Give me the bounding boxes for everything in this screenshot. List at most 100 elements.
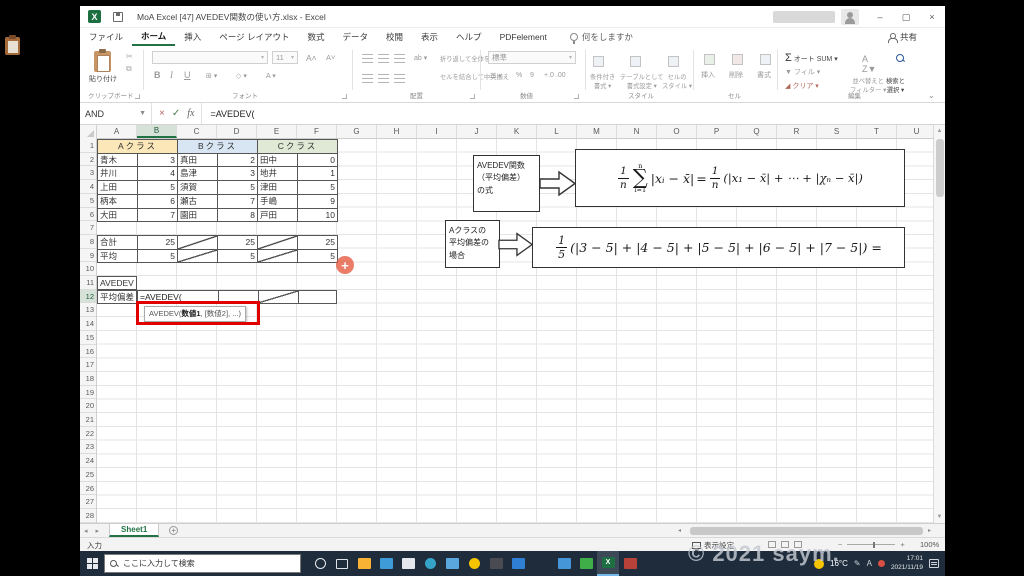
data-cell[interactable]: 大田 <box>98 208 138 223</box>
grow-font-icon[interactable]: A˄ <box>306 53 317 63</box>
app-dark-icon[interactable] <box>485 551 507 576</box>
data-cell[interactable]: 2 <box>218 153 258 168</box>
alignment-dialog-launcher[interactable] <box>470 94 475 99</box>
data-cell[interactable]: 津田 <box>258 181 298 195</box>
data-cell[interactable]: 10 <box>298 208 338 223</box>
tab-nav-left-icon[interactable]: ◂ <box>80 527 92 535</box>
column-header-H[interactable]: H <box>377 125 417 138</box>
row-header-13[interactable]: 13 <box>80 303 96 318</box>
hscroll-left-icon[interactable]: ◂ <box>678 527 681 534</box>
hscroll-right-icon[interactable]: ▸ <box>928 527 931 534</box>
font-size-select[interactable]: 11 ▾ <box>272 51 298 64</box>
percent-style-button[interactable]: % <box>516 72 522 79</box>
row-header-24[interactable]: 24 <box>80 454 96 468</box>
row-header-23[interactable]: 23 <box>80 440 96 455</box>
align-top-icon[interactable] <box>362 54 373 63</box>
row-header-8[interactable]: 8 <box>80 235 96 249</box>
summary-value-cell[interactable]: 5 <box>138 249 178 264</box>
decimal-buttons[interactable]: +.0 .00 <box>544 72 566 79</box>
column-header-L[interactable]: L <box>537 125 577 138</box>
borders-icon[interactable]: ⊞ ▾ <box>206 72 217 80</box>
data-cell[interactable]: 3 <box>218 167 258 182</box>
taskbar-clock[interactable]: 17:01 2021/11/19 <box>891 555 923 573</box>
italic-button[interactable]: I <box>170 70 173 80</box>
row-header-11[interactable]: 11 <box>80 276 96 290</box>
data-cell[interactable]: 3 <box>138 153 178 168</box>
column-header-K[interactable]: K <box>497 125 537 138</box>
pen-tray-icon[interactable]: ✎ <box>854 559 861 568</box>
fill-button[interactable]: ▼ フィル ▾ <box>785 67 820 77</box>
column-header-T[interactable]: T <box>857 125 897 138</box>
task-view-icon[interactable] <box>331 551 353 576</box>
format-as-table-button[interactable] <box>630 56 644 69</box>
cell-styles-label[interactable]: セルの スタイル ▾ <box>662 72 692 90</box>
format-label[interactable]: 書式 <box>757 70 771 80</box>
tab-nav-right-icon[interactable]: ▸ <box>92 527 104 535</box>
column-header-R[interactable]: R <box>777 125 817 138</box>
ime-indicator[interactable]: A <box>867 559 872 568</box>
insert-function-icon[interactable]: fx <box>187 108 194 119</box>
menu-tab-表示[interactable]: 表示 <box>412 28 447 46</box>
row-header-21[interactable]: 21 <box>80 413 96 427</box>
menu-tab-ヘルプ[interactable]: ヘルプ <box>447 28 491 46</box>
data-cell[interactable]: 須賀 <box>178 181 218 195</box>
zoom-slider[interactable] <box>847 541 896 548</box>
class-data-table[interactable]: Aクラス Bクラス Cクラス 青木 3 真田 2 田中 0 井川 4 島津 3 地井 1 上田 5 須賀 5 津田 5 柄… <box>97 139 338 223</box>
data-cell[interactable]: 6 <box>138 194 178 209</box>
select-all-corner[interactable] <box>80 125 97 139</box>
data-cell[interactable]: 田中 <box>258 153 298 168</box>
scroll-down-icon[interactable]: ▼ <box>934 511 945 523</box>
font-dialog-launcher[interactable] <box>342 94 347 99</box>
menu-tab-データ[interactable]: データ <box>334 28 378 46</box>
orientation-icon[interactable]: ab ▾ <box>414 54 427 62</box>
explorer-icon[interactable] <box>353 551 375 576</box>
summary-value-cell[interactable]: 25 <box>298 235 338 250</box>
delete-cells-icon[interactable] <box>732 54 743 65</box>
format-as-table-label[interactable]: テーブルとして 書式設定 ▾ <box>620 72 664 90</box>
column-header-P[interactable]: P <box>697 125 737 138</box>
align-left-icon[interactable] <box>362 74 373 83</box>
menu-tab-校閲[interactable]: 校閲 <box>377 28 412 46</box>
summary-value-cell[interactable]: 5 <box>298 249 338 264</box>
cell-styles-button[interactable] <box>668 56 682 69</box>
tray-color-dot-icon[interactable] <box>877 560 885 567</box>
font-color-icon[interactable]: A ▾ <box>266 72 276 80</box>
row-header-10[interactable]: 10 <box>80 262 96 277</box>
avedev-title-cell[interactable]: AVEDEV <box>97 276 137 290</box>
data-cell[interactable]: 上田 <box>98 181 138 195</box>
data-cell[interactable]: 手嶋 <box>258 194 298 209</box>
number-dialog-launcher[interactable] <box>574 94 579 99</box>
column-header-A[interactable]: A <box>97 125 137 138</box>
restore-button[interactable]: ▢ <box>893 6 919 28</box>
row-header-20[interactable]: 20 <box>80 399 96 414</box>
row-header-28[interactable]: 28 <box>80 509 96 523</box>
delete-label[interactable]: 削除 <box>729 70 743 80</box>
comma-style-button[interactable]: 9 <box>530 72 534 79</box>
summary-value-cell[interactable]: 5 <box>218 249 258 264</box>
data-cell[interactable]: 5 <box>298 181 338 195</box>
name-box-dropdown-icon[interactable]: ▼ <box>139 110 146 117</box>
underline-button[interactable]: U <box>184 70 191 80</box>
row-header-15[interactable]: 15 <box>80 331 96 345</box>
collapse-ribbon-icon[interactable]: ⌄ <box>928 91 935 100</box>
column-header-Q[interactable]: Q <box>737 125 777 138</box>
row-header-4[interactable]: 4 <box>80 180 96 194</box>
data-cell[interactable]: 柄本 <box>98 194 138 209</box>
data-cell[interactable]: 0 <box>298 153 338 168</box>
copy-icon[interactable]: ⧉ <box>126 64 132 74</box>
summary-label-cell[interactable]: 合計 <box>98 235 138 250</box>
summary-value-cell[interactable]: 25 <box>138 235 178 250</box>
data-cell[interactable]: 真田 <box>178 153 218 168</box>
column-header-M[interactable]: M <box>577 125 617 138</box>
enter-icon[interactable]: ✓ <box>172 108 180 119</box>
data-cell[interactable]: 島津 <box>178 167 218 182</box>
cortana-icon[interactable] <box>309 551 331 576</box>
autosum-button[interactable]: Σ オート SUM ▾ <box>785 52 838 64</box>
add-sheet-button[interactable]: + <box>169 526 179 535</box>
totals-table[interactable]: 合計 25 25 25 平均 5 5 5 <box>97 234 338 264</box>
photos-icon[interactable] <box>375 551 397 576</box>
share-button[interactable]: 共有 <box>887 28 917 46</box>
minimize-button[interactable]: – <box>867 6 893 28</box>
menu-tab-ページ レイアウト[interactable]: ページ レイアウト <box>210 28 298 46</box>
align-middle-icon[interactable] <box>378 54 389 63</box>
